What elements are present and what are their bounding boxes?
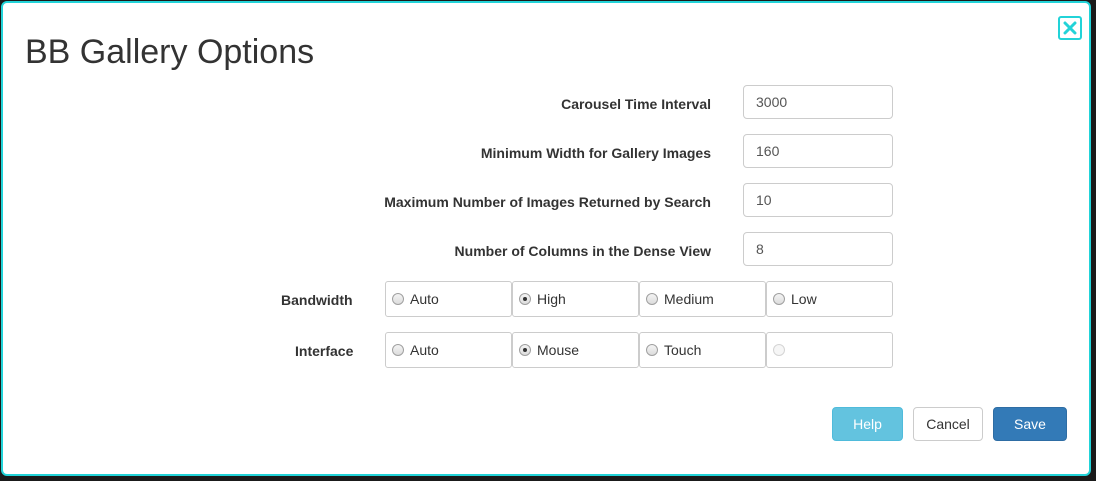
carousel-interval-input[interactable] <box>743 85 893 119</box>
carousel-interval-label: Carousel Time Interval <box>561 96 711 112</box>
radio-label: Touch <box>664 342 702 358</box>
radio-icon <box>646 293 658 305</box>
radio-icon <box>773 293 785 305</box>
interface-option-mouse[interactable]: Mouse <box>512 332 639 368</box>
save-button[interactable]: Save <box>993 407 1067 441</box>
radio-icon <box>646 344 658 356</box>
bandwidth-option-auto[interactable]: Auto <box>385 281 512 317</box>
radio-icon <box>392 293 404 305</box>
dense-columns-input[interactable] <box>743 232 893 266</box>
max-images-input[interactable] <box>743 183 893 217</box>
max-images-label: Maximum Number of Images Returned by Sea… <box>384 194 711 210</box>
close-button[interactable] <box>1058 16 1082 40</box>
radio-label: Mouse <box>537 342 580 358</box>
close-icon <box>1063 21 1077 35</box>
radio-label: Auto <box>410 342 439 358</box>
radio-icon <box>773 344 785 356</box>
interface-label: Interface <box>295 343 354 359</box>
bandwidth-option-low[interactable]: Low <box>766 281 893 317</box>
dialog-title: BB Gallery Options <box>25 33 315 71</box>
help-button[interactable]: Help <box>832 407 903 441</box>
interface-option-empty <box>766 332 893 368</box>
interface-option-touch[interactable]: Touch <box>639 332 766 368</box>
dense-columns-label: Number of Columns in the Dense View <box>454 243 711 259</box>
radio-label: Auto <box>410 291 439 307</box>
min-width-input[interactable] <box>743 134 893 168</box>
radio-icon <box>519 293 531 305</box>
bandwidth-label: Bandwidth <box>281 292 353 308</box>
radio-label: High <box>537 291 566 307</box>
radio-icon <box>519 344 531 356</box>
interface-option-auto[interactable]: Auto <box>385 332 512 368</box>
radio-label: Low <box>791 291 817 307</box>
min-width-label: Minimum Width for Gallery Images <box>480 145 711 161</box>
radio-label: Medium <box>664 291 714 307</box>
radio-icon <box>392 344 404 356</box>
bandwidth-option-medium[interactable]: Medium <box>639 281 766 317</box>
options-dialog: BB Gallery Options Carousel Time Interva… <box>1 1 1091 476</box>
bandwidth-option-high[interactable]: High <box>512 281 639 317</box>
cancel-button[interactable]: Cancel <box>913 407 983 441</box>
